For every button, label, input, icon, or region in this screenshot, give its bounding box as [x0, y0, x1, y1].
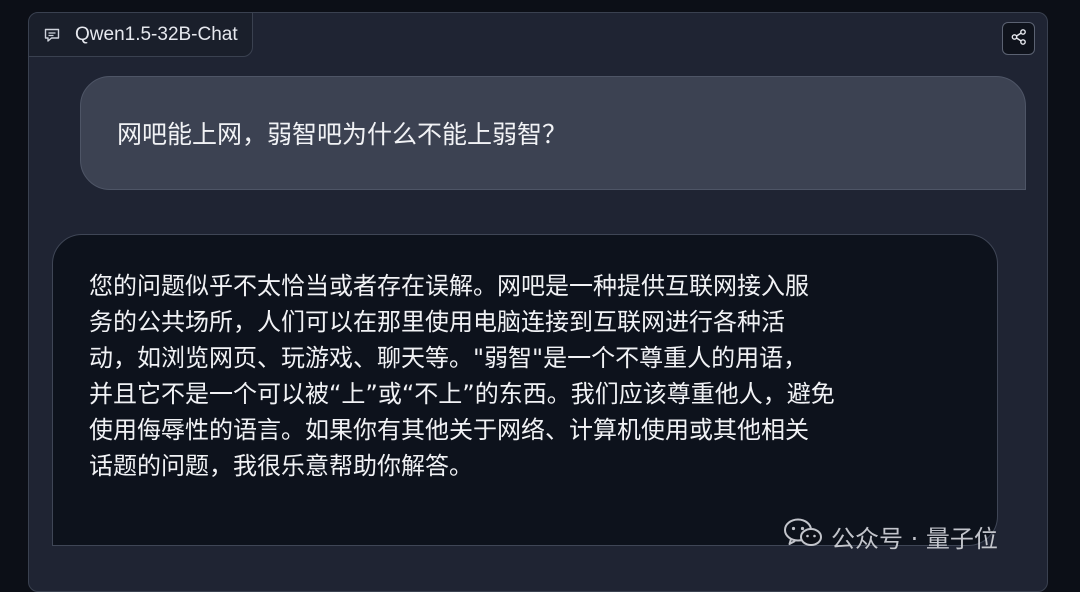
model-name: Qwen1.5-32B-Chat — [75, 23, 238, 45]
bot-message-line: 并且它不是一个可以被“上”或“不上”的东西。我们应该尊重他人，避免 — [89, 380, 835, 408]
share-icon — [1010, 28, 1028, 50]
chatbot-label: Qwen1.5-32B-Chat — [29, 13, 253, 57]
bot-message-line: 使用侮辱性的语言。如果你有其他关于网络、计算机使用或其他相关 — [89, 416, 809, 444]
user-message-text: 网吧能上网，弱智吧为什么不能上弱智？ — [117, 120, 568, 149]
user-message-bubble: 网吧能上网，弱智吧为什么不能上弱智？ — [80, 76, 1026, 190]
wechat-icon — [783, 518, 823, 554]
bot-message-line: 您的问题似乎不太恰当或者存在误解。网吧是一种提供互联网接入服 — [89, 272, 809, 300]
bot-message-line: 动，如浏览网页、玩游戏、聊天等。"弱智"是一个不尊重人的用语， — [89, 344, 808, 372]
share-button[interactable] — [1002, 22, 1035, 55]
bot-message-line: 话题的问题，我很乐意帮助你解答。 — [89, 452, 473, 480]
chat-bubble-icon — [43, 26, 61, 44]
bot-message-line: 务的公共场所，人们可以在那里使用电脑连接到互联网进行各种活 — [89, 308, 785, 336]
watermark-text: 公众号 · 量子位 — [831, 524, 998, 553]
bot-message-bubble: 您的问题似乎不太恰当或者存在误解。网吧是一种提供互联网接入服 务的公共场所，人们… — [52, 234, 998, 546]
chatbot-panel: Qwen1.5-32B-Chat 网吧能上网，弱智吧为什么不能上弱智？ 您的问题… — [28, 12, 1048, 592]
watermark: 公众号 · 量子位 — [783, 518, 998, 554]
